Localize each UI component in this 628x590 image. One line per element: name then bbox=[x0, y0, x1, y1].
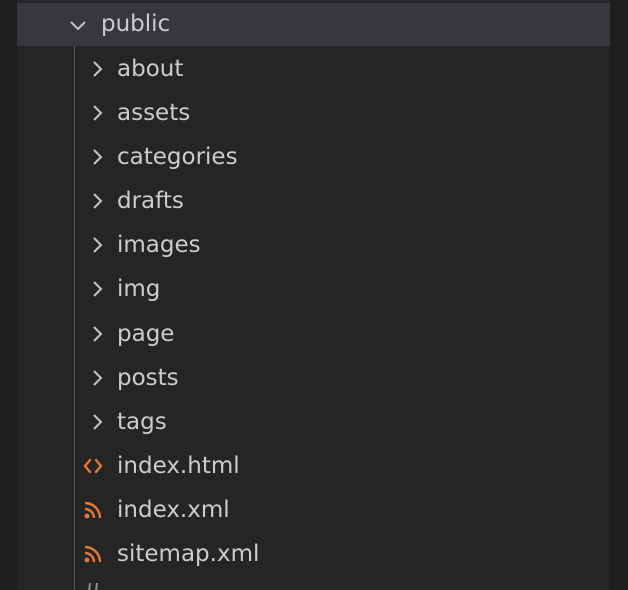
scrollbar-track[interactable] bbox=[610, 0, 628, 590]
rss-feed-icon bbox=[84, 501, 102, 519]
chevron-right-icon bbox=[93, 281, 103, 297]
tree-item-label: posts bbox=[117, 365, 179, 391]
chevron-right-icon bbox=[93, 326, 103, 342]
tree-item-label: sitemap.xml bbox=[117, 541, 260, 567]
chevron-right-icon bbox=[93, 193, 103, 209]
tree-item-images[interactable]: images bbox=[17, 223, 610, 267]
html-code-icon bbox=[83, 458, 103, 474]
chevron-right-icon bbox=[93, 370, 103, 386]
left-gutter bbox=[0, 0, 17, 590]
tree-item-drafts[interactable]: drafts bbox=[17, 179, 610, 223]
tree-item-about[interactable]: about bbox=[17, 47, 610, 91]
tree-item-categories[interactable]: categories bbox=[17, 135, 610, 179]
tree-item-label: drafts bbox=[117, 188, 184, 214]
tree-item-index-xml[interactable]: index.xml bbox=[17, 488, 610, 532]
tree-item-sitemap-xml[interactable]: sitemap.xml bbox=[17, 532, 610, 576]
tree-item-label: categories bbox=[117, 144, 238, 170]
chevron-right-icon bbox=[93, 61, 103, 77]
tree-item-img[interactable]: img bbox=[17, 267, 610, 311]
tree-item-label: img bbox=[117, 276, 161, 302]
rss-feed-icon bbox=[84, 545, 102, 563]
tree-item-label: images bbox=[117, 232, 201, 258]
tree-item-posts[interactable]: posts bbox=[17, 356, 610, 400]
tree-item-tags[interactable]: tags bbox=[17, 400, 610, 444]
hash-icon bbox=[88, 582, 98, 590]
tree-item-label: page bbox=[117, 321, 175, 347]
tree-item-label: index.html bbox=[117, 453, 240, 479]
tree-item-public[interactable]: public bbox=[17, 3, 610, 46]
chevron-right-icon bbox=[93, 237, 103, 253]
tree-item-assets[interactable]: assets bbox=[17, 91, 610, 135]
chevron-down-icon bbox=[70, 21, 86, 31]
tree-item-label: public bbox=[101, 11, 171, 37]
file-explorer-panel: public about assets categories drafts im… bbox=[0, 0, 628, 590]
tree-item-index-html[interactable]: index.html bbox=[17, 444, 610, 488]
tree-item-label: about bbox=[117, 56, 184, 82]
tree-item-label: assets bbox=[117, 100, 191, 126]
chevron-right-icon bbox=[93, 149, 103, 165]
chevron-right-icon bbox=[93, 105, 103, 121]
tree-item-label: index.xml bbox=[117, 497, 230, 523]
tree-item-page[interactable]: page bbox=[17, 312, 610, 356]
chevron-right-icon bbox=[93, 414, 103, 430]
tree-item-partial[interactable] bbox=[17, 576, 610, 590]
tree-item-label: tags bbox=[117, 409, 167, 435]
